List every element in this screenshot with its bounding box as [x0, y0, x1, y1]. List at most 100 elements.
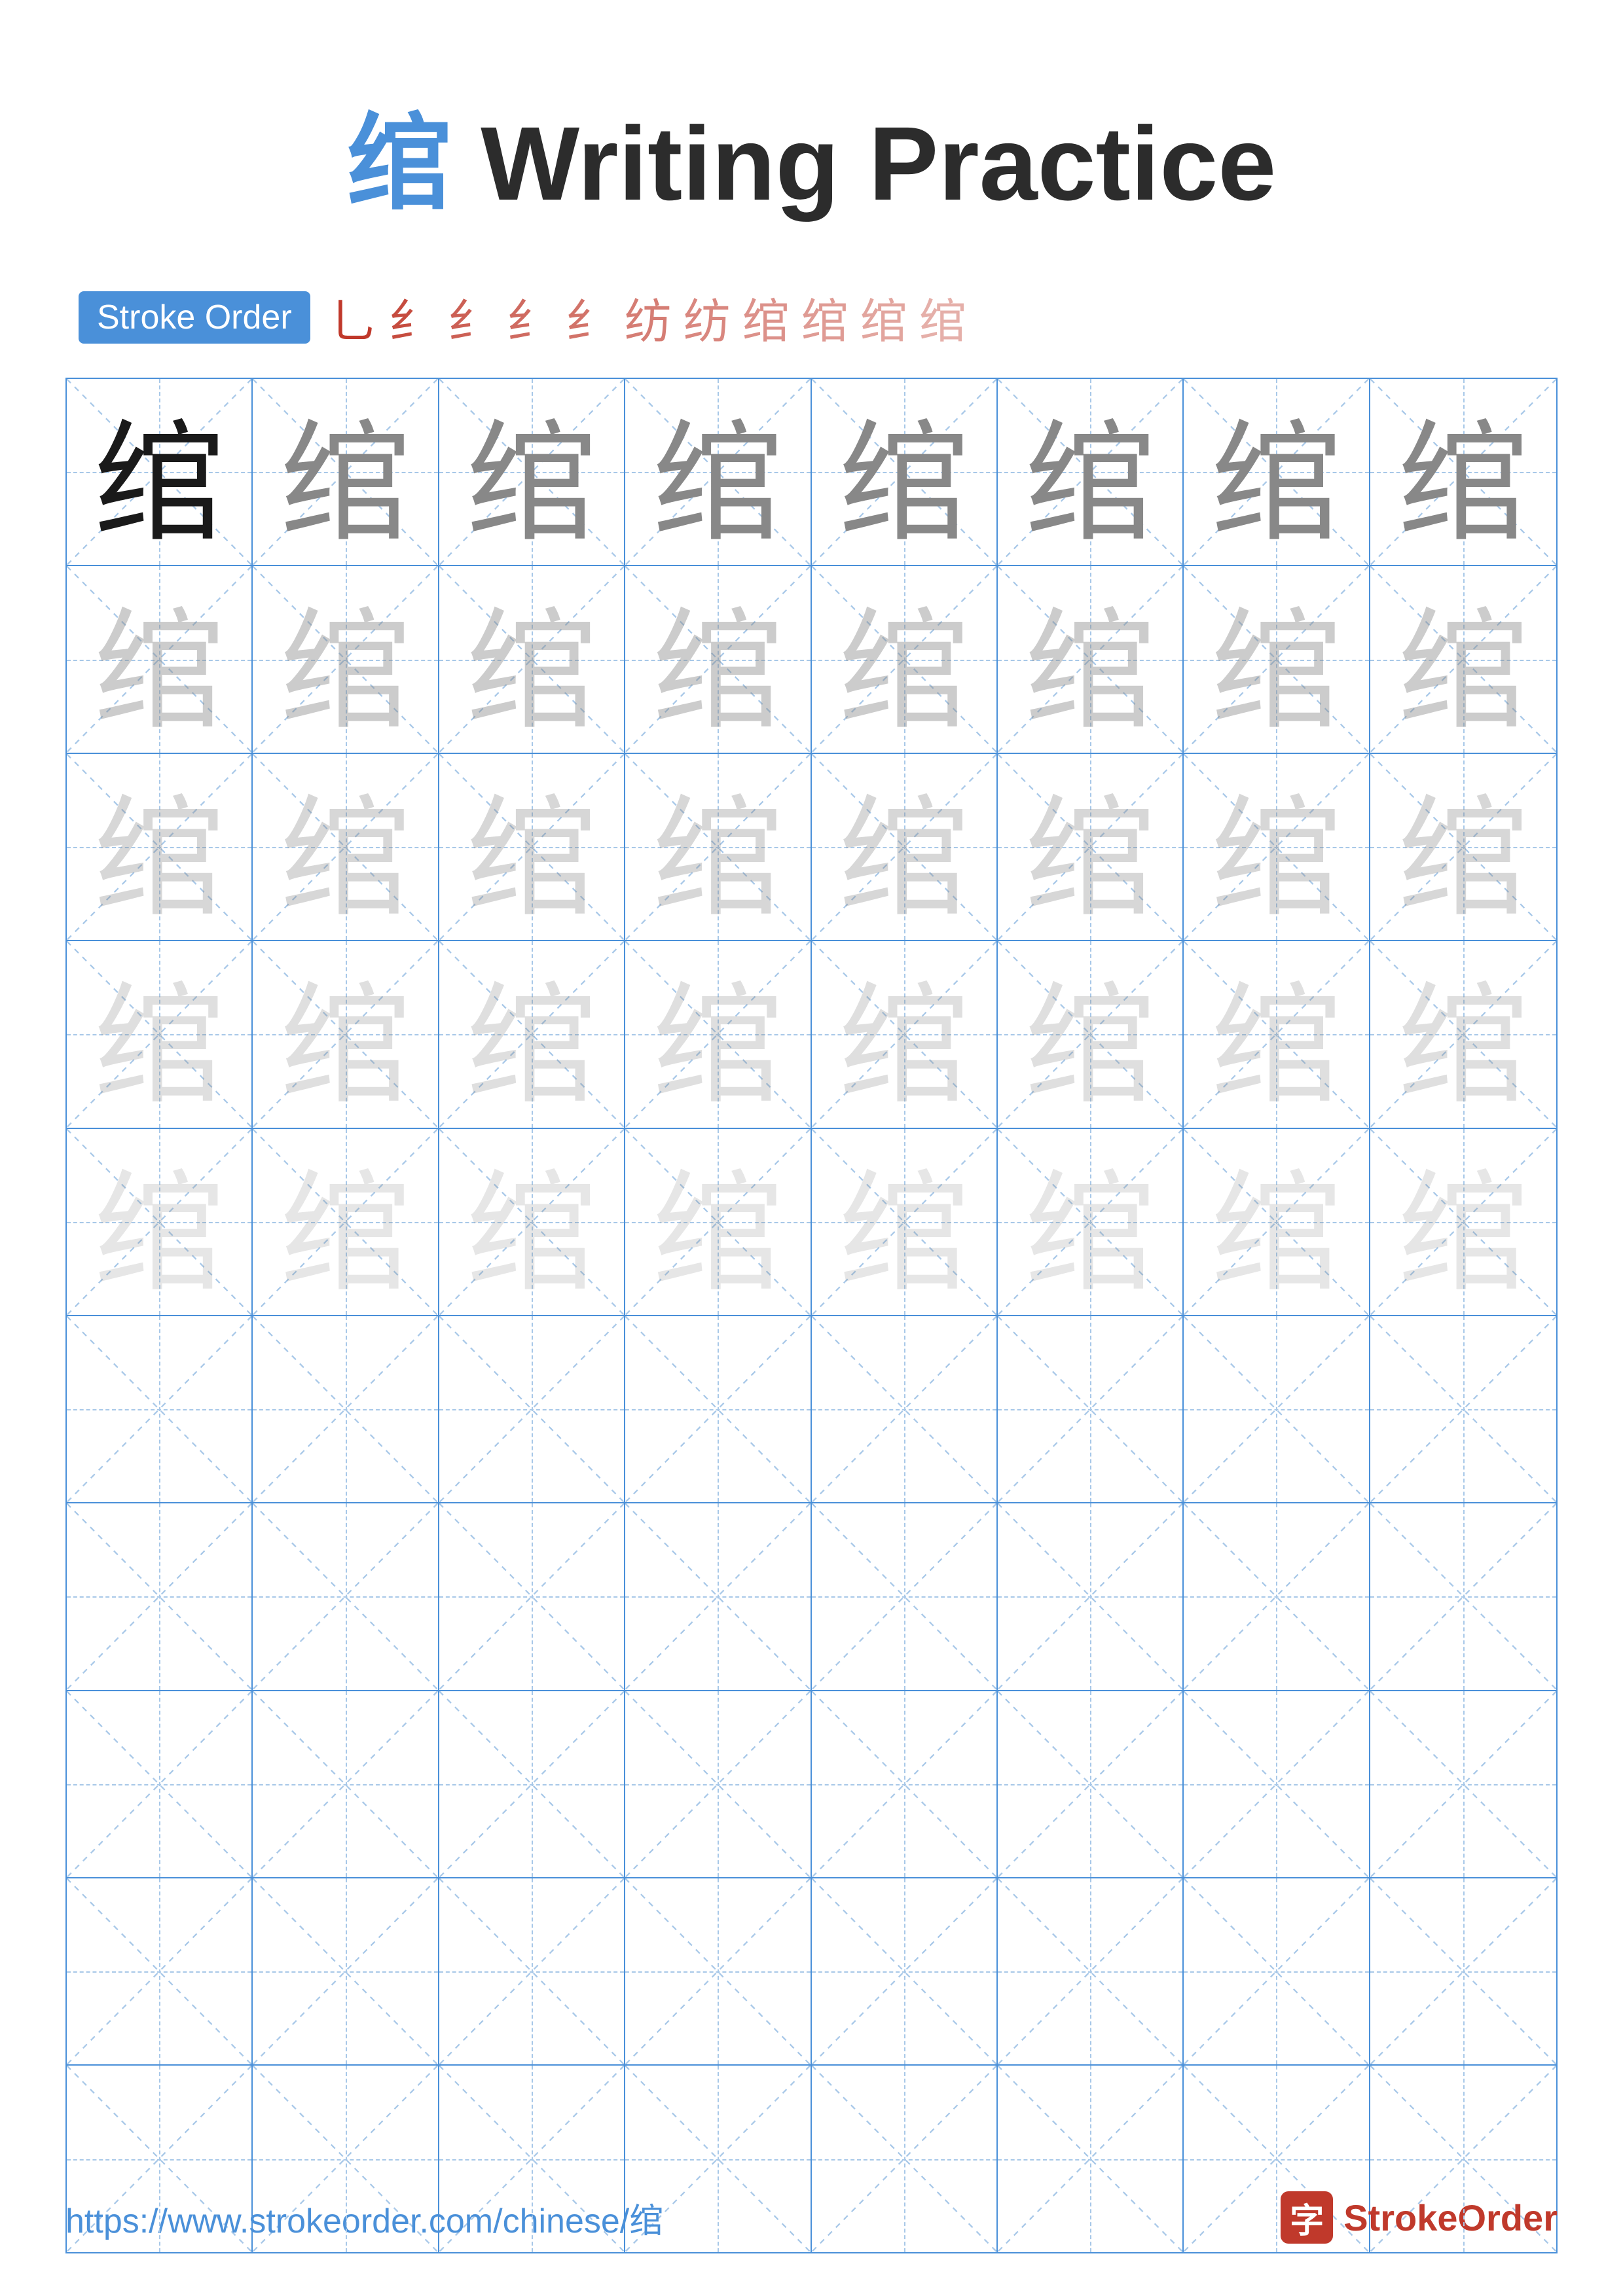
grid-cell-2-0[interactable]: 绾	[67, 754, 253, 940]
title-area: 绾 Writing Practice	[65, 79, 1558, 230]
practice-char-1-3: 绾	[625, 566, 810, 752]
grid-cell-2-6[interactable]: 绾	[1184, 754, 1370, 940]
grid-cell-3-4[interactable]: 绾	[812, 941, 998, 1127]
grid-cell-0-6[interactable]: 绾	[1184, 379, 1370, 565]
grid-row-5	[67, 1316, 1556, 1503]
grid-cell-3-2[interactable]: 绾	[439, 941, 625, 1127]
grid-cell-0-2[interactable]: 绾	[439, 379, 625, 565]
grid-cell-1-7[interactable]: 绾	[1370, 566, 1556, 752]
grid-cell-1-3[interactable]: 绾	[625, 566, 811, 752]
grid-cell-5-2[interactable]	[439, 1316, 625, 1502]
grid-cell-7-4[interactable]	[812, 1691, 998, 1877]
stroke-step-0: 乚	[330, 283, 377, 351]
grid-row-7	[67, 1691, 1556, 1878]
grid-cell-4-2[interactable]: 绾	[439, 1129, 625, 1315]
grid-cell-4-3[interactable]: 绾	[625, 1129, 811, 1315]
grid-cell-0-1[interactable]: 绾	[253, 379, 439, 565]
grid-cell-4-5[interactable]: 绾	[998, 1129, 1184, 1315]
grid-cell-7-1[interactable]	[253, 1691, 439, 1877]
grid-cell-3-3[interactable]: 绾	[625, 941, 811, 1127]
grid-cell-6-0[interactable]	[67, 1503, 253, 1689]
grid-cell-6-5[interactable]	[998, 1503, 1184, 1689]
practice-char-0-6: 绾	[1184, 379, 1368, 565]
grid-cell-2-2[interactable]: 绾	[439, 754, 625, 940]
grid-cell-5-3[interactable]	[625, 1316, 811, 1502]
practice-char-2-6: 绾	[1184, 754, 1368, 940]
practice-char-2-0: 绾	[67, 754, 251, 940]
practice-char-2-5: 绾	[998, 754, 1182, 940]
grid-cell-4-7[interactable]: 绾	[1370, 1129, 1556, 1315]
practice-char-0-2: 绾	[439, 379, 624, 565]
grid-cell-1-6[interactable]: 绾	[1184, 566, 1370, 752]
grid-cell-7-2[interactable]	[439, 1691, 625, 1877]
grid-cell-6-6[interactable]	[1184, 1503, 1370, 1689]
grid-cell-7-7[interactable]	[1370, 1691, 1556, 1877]
grid-cell-0-0[interactable]: 绾	[67, 379, 253, 565]
grid-cell-1-1[interactable]: 绾	[253, 566, 439, 752]
grid-cell-2-1[interactable]: 绾	[253, 754, 439, 940]
grid-cell-3-6[interactable]: 绾	[1184, 941, 1370, 1127]
practice-char-3-4: 绾	[812, 941, 996, 1127]
grid-cell-6-7[interactable]	[1370, 1503, 1556, 1689]
writing-grid[interactable]: 绾 绾 绾 绾 绾 绾 绾 绾	[65, 378, 1558, 2253]
grid-cell-7-0[interactable]	[67, 1691, 253, 1877]
grid-cell-1-4[interactable]: 绾	[812, 566, 998, 752]
practice-char-0-3: 绾	[625, 379, 810, 565]
grid-cell-0-7[interactable]: 绾	[1370, 379, 1556, 565]
grid-cell-1-0[interactable]: 绾	[67, 566, 253, 752]
grid-cell-4-0[interactable]: 绾	[67, 1129, 253, 1315]
practice-char-2-2: 绾	[439, 754, 624, 940]
grid-cell-7-5[interactable]	[998, 1691, 1184, 1877]
grid-cell-5-4[interactable]	[812, 1316, 998, 1502]
practice-char-0-1: 绾	[253, 379, 437, 565]
grid-cell-3-7[interactable]: 绾	[1370, 941, 1556, 1127]
grid-cell-8-0[interactable]	[67, 1878, 253, 2064]
grid-row-8	[67, 1878, 1556, 2066]
grid-cell-3-1[interactable]: 绾	[253, 941, 439, 1127]
grid-cell-8-2[interactable]	[439, 1878, 625, 2064]
grid-cell-6-3[interactable]	[625, 1503, 811, 1689]
grid-cell-4-6[interactable]: 绾	[1184, 1129, 1370, 1315]
grid-cell-8-5[interactable]	[998, 1878, 1184, 2064]
grid-cell-8-6[interactable]	[1184, 1878, 1370, 2064]
page: 绾 Writing Practice Stroke Order 乚纟纟纟纟纺纺绾…	[0, 0, 1623, 2296]
grid-cell-8-3[interactable]	[625, 1878, 811, 2064]
grid-cell-7-3[interactable]	[625, 1691, 811, 1877]
grid-cell-4-4[interactable]: 绾	[812, 1129, 998, 1315]
grid-cell-0-5[interactable]: 绾	[998, 379, 1184, 565]
grid-cell-3-5[interactable]: 绾	[998, 941, 1184, 1127]
grid-cell-7-6[interactable]	[1184, 1691, 1370, 1877]
stroke-step-7: 绾	[742, 283, 790, 351]
grid-cell-6-2[interactable]	[439, 1503, 625, 1689]
practice-char-0-5: 绾	[998, 379, 1182, 565]
grid-cell-5-0[interactable]	[67, 1316, 253, 1502]
stroke-order-row: Stroke Order 乚纟纟纟纟纺纺绾绾绾绾	[65, 283, 1558, 351]
stroke-step-4: 纟	[566, 283, 613, 351]
title-text: Writing Practice	[452, 105, 1277, 222]
grid-cell-5-5[interactable]	[998, 1316, 1184, 1502]
grid-cell-8-4[interactable]	[812, 1878, 998, 2064]
stroke-step-3: 纟	[507, 283, 554, 351]
grid-cell-5-7[interactable]	[1370, 1316, 1556, 1502]
grid-cell-2-3[interactable]: 绾	[625, 754, 811, 940]
practice-char-3-7: 绾	[1370, 941, 1556, 1127]
grid-cell-6-1[interactable]	[253, 1503, 439, 1689]
grid-cell-8-7[interactable]	[1370, 1878, 1556, 2064]
grid-cell-2-7[interactable]: 绾	[1370, 754, 1556, 940]
grid-cell-6-4[interactable]	[812, 1503, 998, 1689]
grid-cell-8-1[interactable]	[253, 1878, 439, 2064]
grid-cell-0-3[interactable]: 绾	[625, 379, 811, 565]
grid-cell-5-1[interactable]	[253, 1316, 439, 1502]
grid-cell-5-6[interactable]	[1184, 1316, 1370, 1502]
practice-char-1-1: 绾	[253, 566, 437, 752]
grid-cell-2-5[interactable]: 绾	[998, 754, 1184, 940]
grid-cell-2-4[interactable]: 绾	[812, 754, 998, 940]
grid-cell-1-5[interactable]: 绾	[998, 566, 1184, 752]
grid-cell-0-4[interactable]: 绾	[812, 379, 998, 565]
footer: https://www.strokeorder.com/chinese/绾 字 …	[65, 2191, 1558, 2244]
grid-cell-4-1[interactable]: 绾	[253, 1129, 439, 1315]
grid-cell-3-0[interactable]: 绾	[67, 941, 253, 1127]
practice-char-2-3: 绾	[625, 754, 810, 940]
stroke-step-9: 绾	[860, 283, 907, 351]
grid-cell-1-2[interactable]: 绾	[439, 566, 625, 752]
